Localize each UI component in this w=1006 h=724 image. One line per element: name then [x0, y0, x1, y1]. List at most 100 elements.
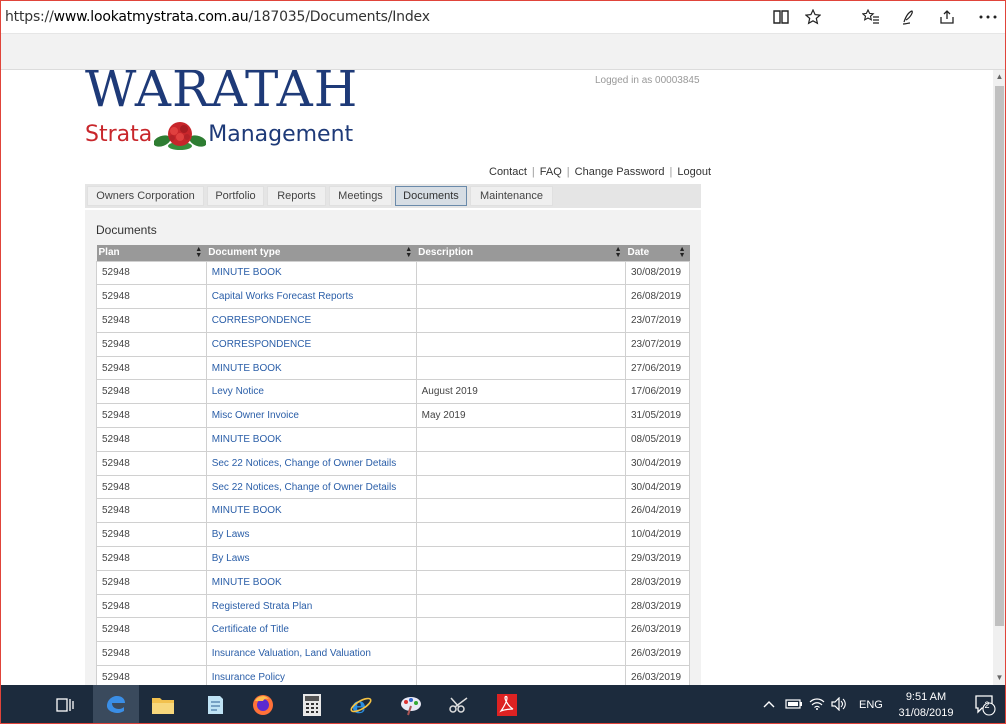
tab-documents[interactable]: Documents	[395, 186, 467, 206]
snipping-tool-icon[interactable]	[445, 691, 473, 719]
favorite-star-icon[interactable]	[801, 6, 825, 28]
tab-meetings[interactable]: Meetings	[329, 186, 392, 206]
column-header-date[interactable]: Date ▲ ▼	[625, 245, 690, 261]
cell-document-type-link[interactable]: MINUTE BOOK	[205, 569, 417, 595]
acrobat-reader-icon[interactable]	[493, 691, 521, 719]
cell-document-type-link[interactable]: CORRESPONDENCE	[205, 331, 417, 357]
sort-arrows-icon[interactable]: ▲ ▼	[405, 246, 412, 259]
address-bar[interactable]: https://www.lookatmystrata.com.au/187035…	[1, 1, 1005, 34]
cell-date: 10/04/2019	[625, 522, 690, 548]
tab-reports[interactable]: Reports	[267, 186, 326, 206]
change-password-link[interactable]: Change Password	[575, 166, 665, 178]
favorites-list-icon[interactable]	[859, 6, 883, 28]
more-menu-icon[interactable]	[976, 6, 1000, 28]
table-row[interactable]: 52948 MINUTE BOOK 26/04/2019	[96, 498, 690, 524]
table-row[interactable]: 52948 MINUTE BOOK 27/06/2019	[96, 355, 690, 381]
column-header-document-type[interactable]: Document type ▲ ▼	[206, 245, 417, 261]
firefox-icon[interactable]	[249, 691, 277, 719]
scroll-down-arrow-icon[interactable]: ▼	[993, 671, 1005, 685]
table-row[interactable]: 52948 Insurance Policy 26/03/2019	[96, 665, 690, 685]
main-tabs: Owners Corporation Portfolio Reports Mee…	[85, 184, 701, 208]
scroll-up-arrow-icon[interactable]: ▲	[993, 70, 1005, 84]
wifi-icon[interactable]	[809, 697, 831, 713]
tab-portfolio[interactable]: Portfolio	[207, 186, 264, 206]
paint-app-icon[interactable]	[397, 691, 425, 719]
waratah-logo[interactable]: WARATAH Strata Management	[85, 70, 358, 150]
cell-plan: 52948	[96, 260, 207, 286]
cell-document-type-link[interactable]: Insurance Policy	[205, 665, 417, 685]
table-row[interactable]: 52948 MINUTE BOOK 28/03/2019	[96, 569, 690, 595]
notes-app-icon[interactable]	[201, 691, 229, 719]
cell-date: 23/07/2019	[625, 308, 690, 333]
cell-date: 27/06/2019	[625, 355, 690, 381]
table-row[interactable]: 52948 Insurance Valuation, Land Valuation…	[96, 641, 690, 667]
table-row[interactable]: 52948 MINUTE BOOK 30/08/2019	[96, 260, 690, 286]
table-row[interactable]: 52948 Sec 22 Notices, Change of Owner Det…	[96, 450, 690, 476]
contact-link[interactable]: Contact	[489, 166, 527, 178]
table-row[interactable]: 52948 Misc Owner Invoice May 2019 31/05/201…	[96, 403, 690, 429]
battery-icon[interactable]	[785, 698, 809, 712]
sort-arrows-icon[interactable]: ▲ ▼	[615, 246, 622, 259]
tab-owners-corporation[interactable]: Owners Corporation	[87, 186, 204, 206]
logout-link[interactable]: Logout	[677, 166, 711, 178]
task-view-icon[interactable]	[51, 691, 79, 719]
faq-link[interactable]: FAQ	[540, 166, 562, 178]
internet-explorer-icon[interactable]: e	[347, 691, 375, 719]
table-row[interactable]: 52948 CORRESPONDENCE 23/07/2019	[96, 308, 690, 333]
reading-view-icon[interactable]	[769, 6, 793, 28]
cell-document-type-link[interactable]: Sec 22 Notices, Change of Owner Details	[205, 450, 417, 476]
cell-document-type-link[interactable]: Misc Owner Invoice	[205, 403, 417, 429]
cell-document-type-link[interactable]: Certificate of Title	[205, 617, 417, 643]
cell-document-type-link[interactable]: MINUTE BOOK	[205, 498, 417, 524]
cell-plan: 52948	[96, 284, 207, 310]
table-row[interactable]: 52948 Registered Strata Plan 28/03/2019	[96, 593, 690, 619]
column-header-plan[interactable]: Plan ▲ ▼	[96, 245, 207, 261]
cell-document-type-link[interactable]: By Laws	[205, 546, 417, 571]
table-row[interactable]: 52948 By Laws 29/03/2019	[96, 546, 690, 571]
show-hidden-icons-chevron-up-icon[interactable]	[763, 699, 779, 711]
table-row[interactable]: 52948 CORRESPONDENCE 23/07/2019	[96, 331, 690, 357]
cell-document-type-link[interactable]: Sec 22 Notices, Change of Owner Details	[205, 474, 417, 500]
action-center-notification-icon[interactable]: 2	[971, 691, 999, 719]
table-row[interactable]: 52948 Certificate of Title 26/03/2019	[96, 617, 690, 643]
table-row[interactable]: 52948 Levy Notice August 2019 17/06/2019	[96, 379, 690, 405]
calculator-icon[interactable]	[298, 691, 326, 719]
cell-document-type-link[interactable]: Levy Notice	[205, 379, 417, 405]
cell-document-type-link[interactable]: MINUTE BOOK	[205, 355, 417, 381]
edge-browser-icon[interactable]	[102, 691, 130, 719]
cell-date: 30/04/2019	[625, 450, 690, 476]
cell-document-type-link[interactable]: CORRESPONDENCE	[205, 308, 417, 333]
share-icon[interactable]	[935, 6, 959, 28]
cell-plan: 52948	[96, 355, 207, 381]
cell-document-type-link[interactable]: Registered Strata Plan	[205, 593, 417, 619]
table-header-row: Plan ▲ ▼ Document type ▲ ▼ Description ▲ ▼ Dat…	[96, 245, 690, 261]
sort-arrows-icon[interactable]: ▲ ▼	[195, 246, 202, 259]
url-host: www.lookatmystrata.com.au	[53, 9, 249, 25]
table-row[interactable]: 52948 By Laws 10/04/2019	[96, 522, 690, 548]
logo-strata-text: Strata	[85, 122, 153, 147]
scroll-thumb[interactable]	[995, 86, 1004, 626]
cell-plan: 52948	[96, 569, 207, 595]
cell-document-type-link[interactable]: MINUTE BOOK	[205, 260, 417, 286]
table-row[interactable]: 52948 Sec 22 Notices, Change of Owner Det…	[96, 474, 690, 500]
pen-notes-icon[interactable]	[897, 6, 921, 28]
taskbar-clock[interactable]: 9:51 AM 31/08/2019	[891, 689, 961, 721]
table-row[interactable]: 52948 MINUTE BOOK 08/05/2019	[96, 427, 690, 452]
url-text[interactable]: https://www.lookatmystrata.com.au/187035…	[5, 9, 430, 25]
cell-document-type-link[interactable]: Capital Works Forecast Reports	[205, 284, 417, 310]
table-row[interactable]: 52948 Capital Works Forecast Reports 26/08…	[96, 284, 690, 310]
cell-description	[415, 569, 627, 595]
vertical-scrollbar[interactable]: ▲ ▼	[993, 70, 1005, 685]
cell-plan: 52948	[96, 617, 207, 643]
tab-maintenance[interactable]: Maintenance	[470, 186, 553, 206]
file-explorer-icon[interactable]	[149, 691, 177, 719]
volume-icon[interactable]	[831, 696, 853, 714]
cell-description	[415, 355, 627, 381]
cell-plan: 52948	[96, 498, 207, 524]
cell-document-type-link[interactable]: By Laws	[205, 522, 417, 548]
input-language-indicator[interactable]: ENG	[859, 699, 883, 711]
sort-arrows-icon[interactable]: ▲ ▼	[679, 246, 686, 259]
cell-document-type-link[interactable]: MINUTE BOOK	[205, 427, 417, 452]
cell-document-type-link[interactable]: Insurance Valuation, Land Valuation	[205, 641, 417, 667]
column-header-description[interactable]: Description ▲ ▼	[416, 245, 626, 261]
